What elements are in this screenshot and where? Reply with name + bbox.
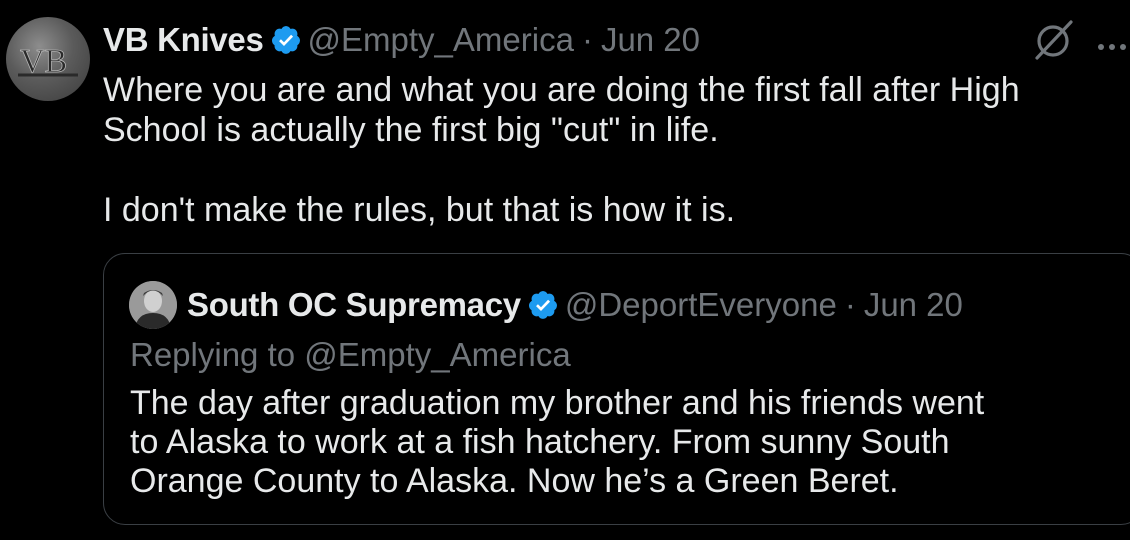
replying-to-label: Replying to @Empty_America <box>130 336 571 373</box>
quoted-tweet-card[interactable]: South OC Supremacy @DeportEveryone · Jun… <box>103 253 1130 525</box>
quoted-author-name[interactable]: South OC Supremacy <box>187 286 521 324</box>
quoted-tweet-text: The day after graduation my brother and … <box>130 384 985 500</box>
quoted-author-avatar[interactable] <box>129 281 177 329</box>
vb-logo-avatar: VB <box>18 43 78 80</box>
separator-dot: · <box>844 286 856 323</box>
verified-badge-icon <box>527 289 559 321</box>
portrait-avatar-icon <box>129 281 177 329</box>
tweet-header: VB Knives @Empty_America · Jun 20 <box>103 18 700 62</box>
tweet-date[interactable]: Jun 20 <box>601 21 700 59</box>
author-name[interactable]: VB Knives <box>103 21 264 59</box>
more-dots-icon[interactable] <box>1097 38 1127 50</box>
hide-slash-icon[interactable] <box>1031 16 1077 62</box>
separator-dot: · <box>581 21 593 58</box>
author-handle[interactable]: @Empty_America <box>308 21 574 59</box>
quoted-tweet-header: South OC Supremacy @DeportEveryone · Jun… <box>187 282 963 328</box>
quoted-author-handle[interactable]: @DeportEveryone <box>565 286 837 324</box>
author-avatar[interactable]: VB <box>6 17 90 101</box>
tweet-text: Where you are and what you are doing the… <box>103 71 1020 229</box>
quoted-tweet-date[interactable]: Jun 20 <box>864 286 963 324</box>
verified-badge-icon <box>270 24 302 56</box>
